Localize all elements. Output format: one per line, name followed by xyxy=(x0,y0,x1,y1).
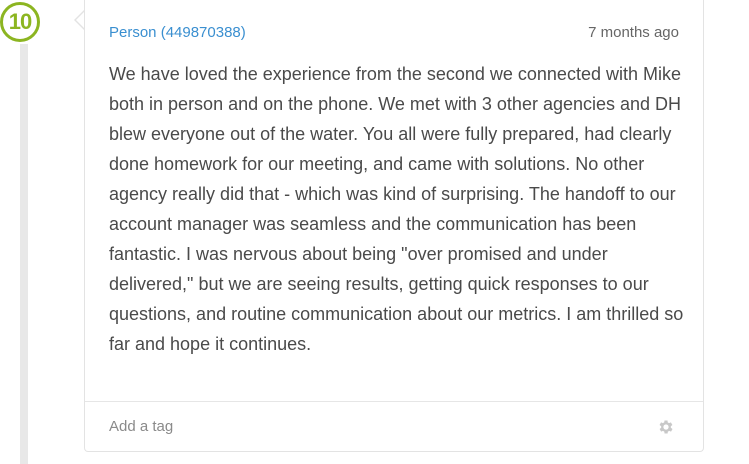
author-link[interactable]: Person (449870388) xyxy=(109,24,246,41)
review-card: Person (449870388) 7 months ago We have … xyxy=(84,0,704,452)
gear-icon[interactable] xyxy=(657,418,675,436)
review-body: We have loved the experience from the se… xyxy=(109,64,684,354)
review-header: Person (449870388) 7 months ago xyxy=(109,24,679,44)
review-timestamp: 7 months ago xyxy=(588,24,679,41)
entry-number-badge: 10 xyxy=(0,2,40,42)
add-tag-button[interactable]: Add a tag xyxy=(109,418,173,435)
timeline-line xyxy=(20,44,28,464)
review-footer: Add a tag xyxy=(85,401,703,451)
